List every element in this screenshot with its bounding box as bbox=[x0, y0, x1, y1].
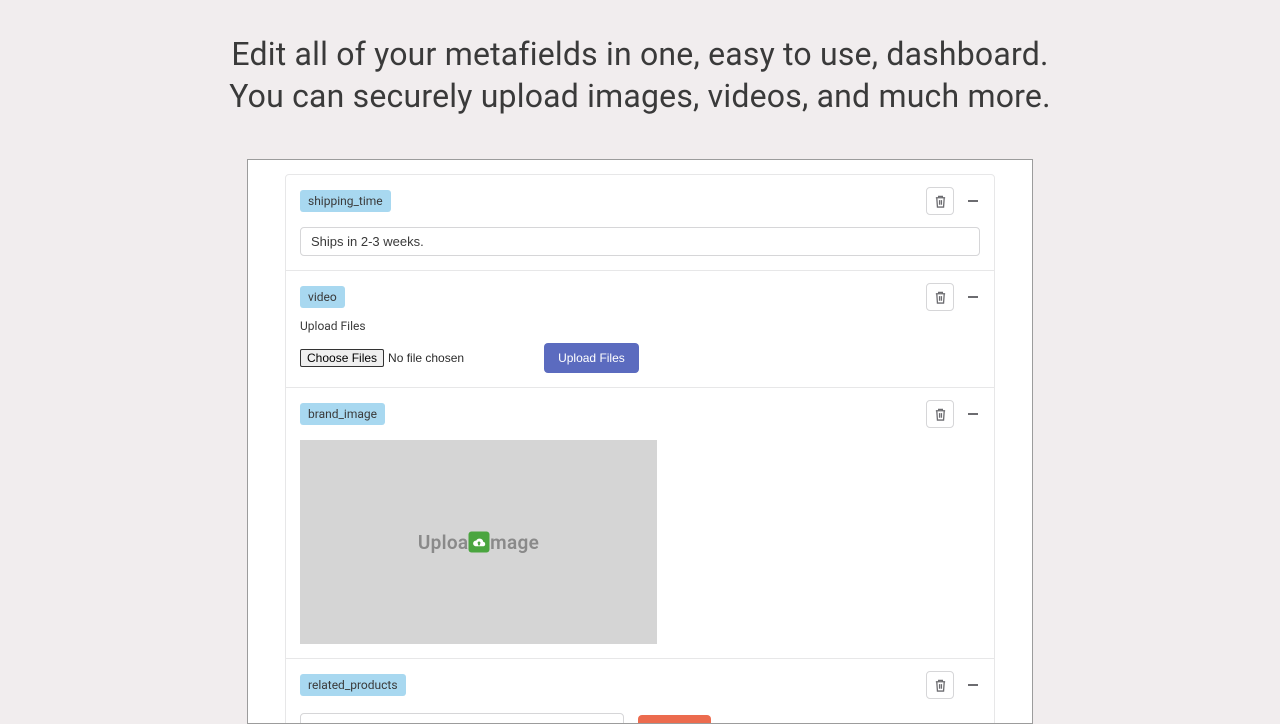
dashboard-panel: shipping_time video bbox=[247, 159, 1033, 724]
page-headline: Edit all of your metafields in one, easy… bbox=[0, 0, 1280, 117]
trash-icon bbox=[934, 407, 947, 422]
metafield-tag: brand_image bbox=[300, 403, 385, 425]
metafield-row-related-products: related_products Remove bbox=[286, 659, 994, 724]
trash-icon bbox=[934, 290, 947, 305]
metafield-row-video: video Upload Files Choose Files No file … bbox=[286, 271, 994, 388]
related-product-input[interactable] bbox=[300, 713, 624, 724]
image-dropzone[interactable]: Upload Image bbox=[300, 440, 657, 644]
metafield-row-shipping-time: shipping_time bbox=[286, 175, 994, 271]
shipping-time-input[interactable] bbox=[300, 227, 980, 256]
trash-icon bbox=[934, 194, 947, 209]
headline-line-2: You can securely upload images, videos, … bbox=[0, 76, 1280, 118]
choose-files-button[interactable]: Choose Files bbox=[300, 349, 384, 367]
trash-icon bbox=[934, 678, 947, 693]
delete-button[interactable] bbox=[926, 400, 954, 428]
metafield-row-brand-image: brand_image Upload Image bbox=[286, 388, 994, 659]
delete-button[interactable] bbox=[926, 671, 954, 699]
collapse-button[interactable] bbox=[966, 290, 980, 304]
delete-button[interactable] bbox=[926, 283, 954, 311]
headline-line-1: Edit all of your metafields in one, easy… bbox=[0, 34, 1280, 76]
upload-files-label: Upload Files bbox=[300, 319, 980, 333]
metafields-list: shipping_time video bbox=[285, 174, 995, 724]
collapse-button[interactable] bbox=[966, 678, 980, 692]
cloud-upload-icon bbox=[468, 532, 489, 553]
no-file-chosen-text: No file chosen bbox=[388, 351, 464, 365]
collapse-button[interactable] bbox=[966, 194, 980, 208]
remove-button[interactable]: Remove bbox=[638, 715, 711, 724]
metafield-tag: related_products bbox=[300, 674, 406, 696]
metafield-tag: shipping_time bbox=[300, 190, 391, 212]
delete-button[interactable] bbox=[926, 187, 954, 215]
collapse-button[interactable] bbox=[966, 407, 980, 421]
metafield-tag: video bbox=[300, 286, 345, 308]
upload-files-button[interactable]: Upload Files bbox=[544, 343, 639, 373]
